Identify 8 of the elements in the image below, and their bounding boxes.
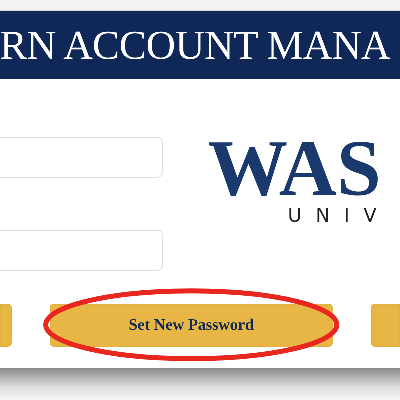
button[interactable] [0, 304, 12, 347]
logo-subtitle: UNIV [288, 205, 391, 227]
button[interactable] [371, 304, 400, 347]
page-title: RN ACCOUNT MANA [0, 21, 390, 69]
set-password-button[interactable]: Set New Password [50, 304, 333, 347]
logo-wordmark: WAS [208, 133, 382, 205]
input-field[interactable] [0, 230, 163, 271]
input-field[interactable] [0, 137, 163, 178]
